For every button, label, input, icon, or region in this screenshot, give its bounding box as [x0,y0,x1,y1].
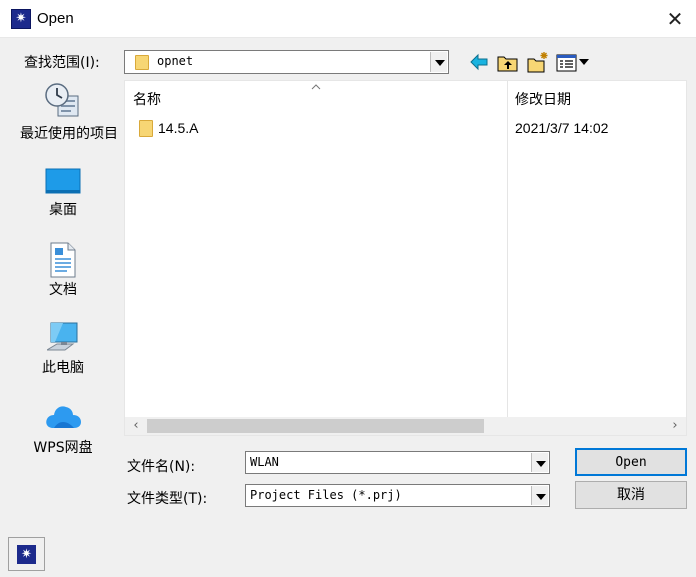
place-label-desktop: 桌面 [49,202,77,218]
title-bar: ✷ Open ✕ [0,0,696,38]
new-folder-icon[interactable] [526,50,550,74]
folder-icon [135,55,149,70]
folder-icon [139,120,153,137]
app-logo-button[interactable]: ✷ [8,537,45,571]
cancel-button[interactable]: 取消 [575,481,687,509]
filetype-label: 文件类型(T): [127,491,208,507]
place-recent[interactable]: 最近使用的项目 [10,82,118,158]
column-header-modified[interactable]: 修改日期 [515,89,571,109]
window-title: Open [37,10,74,27]
documents-icon [50,242,76,278]
open-button-label: Open [615,455,647,470]
lookin-value: opnet [157,54,194,68]
column-header-name[interactable]: 名称 [133,89,161,109]
column-divider[interactable] [507,81,508,417]
recent-items-icon [45,83,79,117]
filename-label: 文件名(N): [127,459,196,475]
places-bar: 最近使用的项目 桌面 文档 此电脑 WPS网盘 [10,78,118,478]
chevron-down-icon[interactable] [531,453,548,472]
scroll-left-icon[interactable]: ‹ [127,417,145,435]
place-documents[interactable]: 文档 [10,242,116,298]
file-list[interactable]: 名称 修改日期 14.5.A 2021/3/7 14:02 ‹ › [124,80,687,436]
close-button[interactable]: ✕ [662,6,688,32]
app-icon[interactable]: ✷ [11,9,31,29]
place-wps-drive[interactable]: WPS网盘 [10,400,116,458]
scroll-right-icon[interactable]: › [666,417,684,435]
place-label-wps-drive: WPS网盘 [33,440,93,456]
sort-ascending-icon [311,84,321,90]
lookin-label: 查找范围(I): [24,55,100,71]
back-arrow-icon[interactable] [468,50,490,74]
open-button[interactable]: Open [575,448,687,476]
app-logo-icon: ✷ [17,545,36,564]
place-desktop[interactable]: 桌面 [10,166,116,218]
scrollbar-thumb[interactable] [147,419,484,433]
cloud-icon [46,406,81,428]
horizontal-scrollbar[interactable]: ‹ › [125,417,686,435]
filename-value: WLAN [250,455,279,469]
file-name: 14.5.A [158,120,199,136]
place-this-pc[interactable]: 此电脑 [10,320,116,378]
place-label-this-pc: 此电脑 [42,360,84,376]
place-label-documents: 文档 [49,282,77,298]
desktop-icon [45,168,81,194]
file-modified-date: 2021/3/7 14:02 [515,120,609,136]
computer-icon [47,322,78,351]
chevron-down-icon[interactable] [430,52,447,72]
up-folder-icon[interactable] [496,50,520,74]
filetype-combo[interactable]: Project Files (*.prj) [245,484,550,507]
place-label-recent: 最近使用的项目 [20,126,118,142]
view-menu-icon[interactable] [555,50,591,74]
lookin-combo[interactable]: opnet [124,50,449,74]
filename-combo[interactable]: WLAN [245,451,550,474]
chevron-down-icon[interactable] [531,486,548,505]
cancel-button-label: 取消 [617,487,645,503]
filetype-value: Project Files (*.prj) [250,488,402,502]
